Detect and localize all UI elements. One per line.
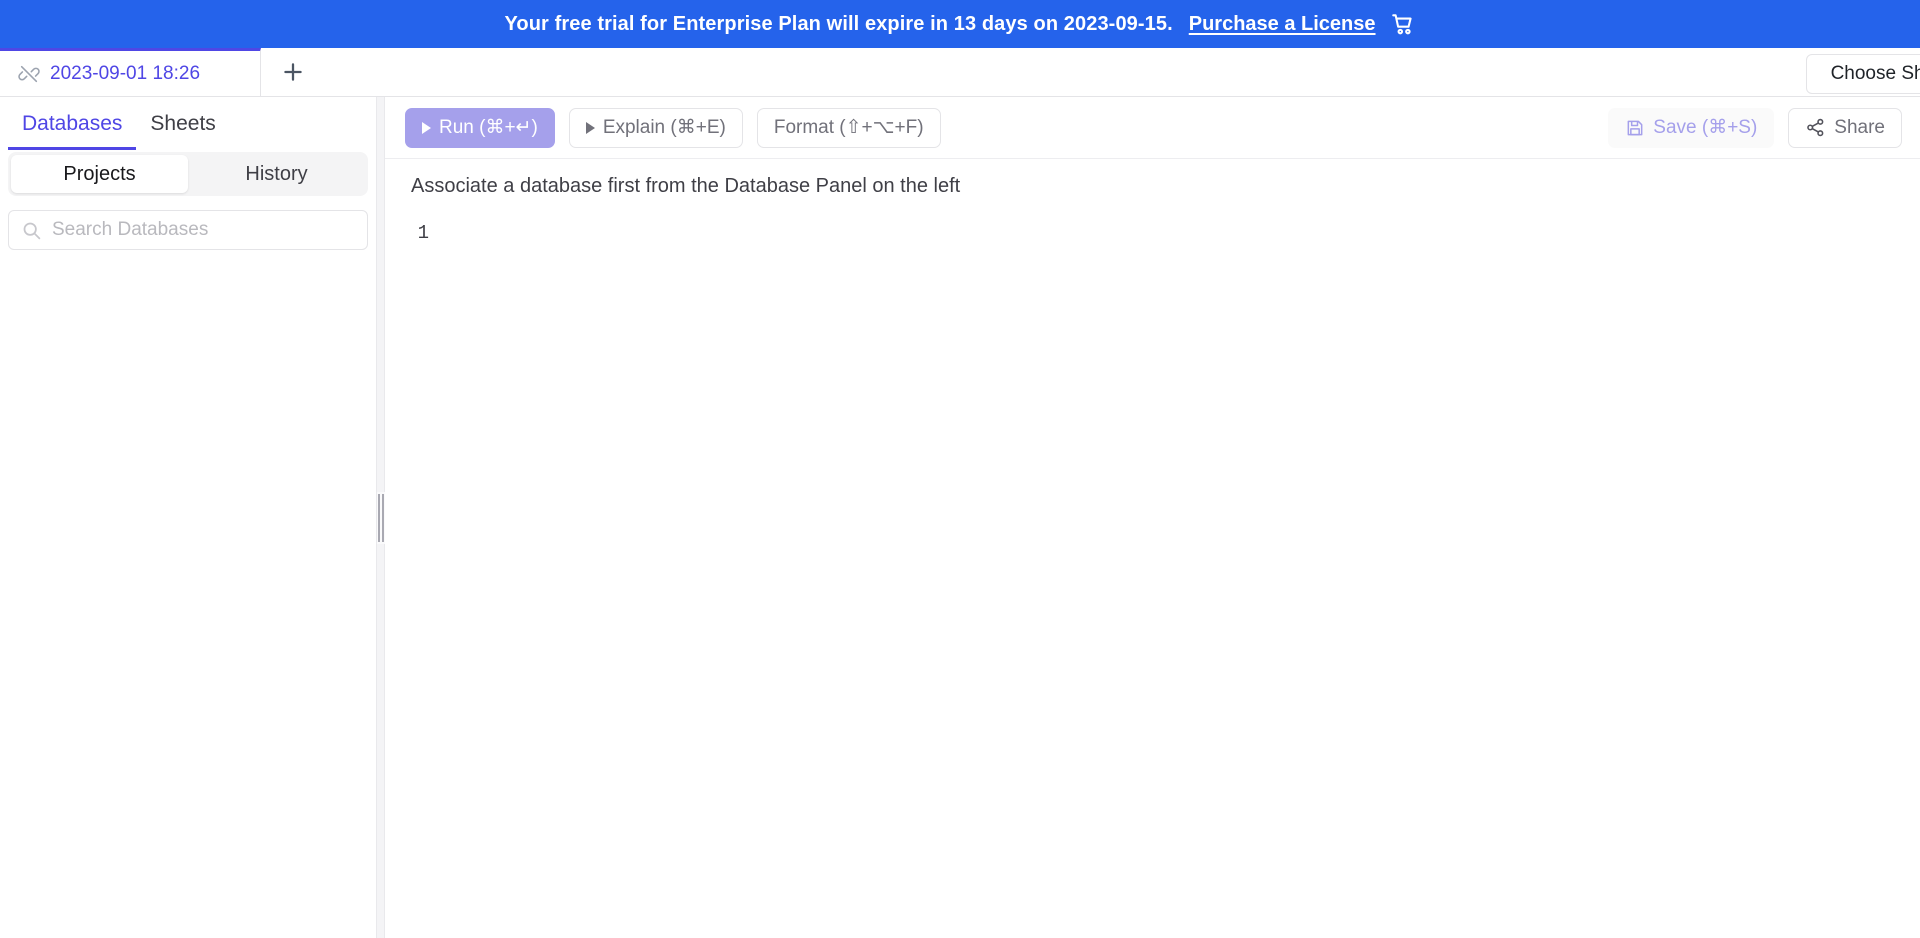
database-list xyxy=(0,250,376,938)
editor-tab-2023-09-01-1826[interactable]: 2023-09-01 18:26 xyxy=(0,48,261,96)
choose-sheet-button[interactable]: Choose Sheet xyxy=(1805,54,1920,94)
segment-projects[interactable]: Projects xyxy=(11,155,188,193)
sidebar-tab-sheets[interactable]: Sheets xyxy=(136,102,229,150)
sql-editor-app: Your free trial for Enterprise Plan will… xyxy=(0,0,1920,938)
sql-editor-area[interactable]: Associate a database first from the Data… xyxy=(385,159,1920,938)
editor-main: Run (⌘+↵) Explain (⌘+E) Format (⇧+⌥+F) S… xyxy=(385,97,1920,938)
panel-resize-grip[interactable] xyxy=(376,491,385,544)
run-button-label: Run (⌘+↵) xyxy=(439,117,538,138)
workspace-body: Databases Sheets Projects History Search… xyxy=(0,97,1920,938)
database-sidebar: Databases Sheets Projects History xyxy=(0,97,377,938)
trial-banner-message: Your free trial for Enterprise Plan will… xyxy=(504,12,1173,35)
grip-bar xyxy=(377,493,380,542)
search-icon xyxy=(21,220,42,241)
associate-database-notice: Associate a database first from the Data… xyxy=(411,175,961,197)
run-button[interactable]: Run (⌘+↵) xyxy=(405,107,555,148)
search-input[interactable] xyxy=(52,219,355,241)
segment-history[interactable]: History xyxy=(188,155,365,193)
play-icon xyxy=(422,121,431,134)
format-button-label: Format (⇧+⌥+F) xyxy=(773,117,924,138)
explain-button-label: Explain (⌘+E) xyxy=(602,117,726,138)
share-button-label: Share xyxy=(1834,116,1885,138)
editor-tab-label: 2023-09-01 18:26 xyxy=(50,62,201,84)
save-button[interactable]: Save (⌘+S) xyxy=(1608,107,1775,148)
purchase-license-link[interactable]: Purchase a License xyxy=(1189,13,1376,36)
new-tab-button[interactable] xyxy=(261,48,325,96)
disconnected-link-icon xyxy=(18,63,40,85)
sidebar-tab-databases[interactable]: Databases xyxy=(8,102,137,150)
save-disk-icon xyxy=(1625,118,1645,138)
explain-button[interactable]: Explain (⌘+E) xyxy=(568,107,743,148)
tabstrip-spacer xyxy=(325,48,1920,96)
play-icon xyxy=(585,121,595,134)
format-button[interactable]: Format (⇧+⌥+F) xyxy=(756,107,941,148)
grip-bar xyxy=(381,493,384,542)
code-editor[interactable]: 1 xyxy=(385,220,1920,246)
panel-resize-handle[interactable] xyxy=(376,97,385,938)
sidebar-segmented-control: Projects History xyxy=(8,152,368,196)
share-button[interactable]: Share xyxy=(1788,107,1902,148)
share-nodes-icon xyxy=(1805,117,1826,138)
editor-tabstrip: 2023-09-01 18:26 Choose Sheet xyxy=(0,48,1920,97)
trial-expiry-banner: Your free trial for Enterprise Plan will… xyxy=(0,0,1920,48)
shopping-cart-icon[interactable] xyxy=(1390,11,1416,37)
editor-toolbar: Run (⌘+↵) Explain (⌘+E) Format (⇧+⌥+F) S… xyxy=(385,97,1920,159)
search-databases-field[interactable] xyxy=(8,210,368,250)
line-number-gutter: 1 xyxy=(417,222,429,244)
save-button-label: Save (⌘+S) xyxy=(1653,117,1758,138)
sidebar-tab-list: Databases Sheets xyxy=(0,97,376,150)
